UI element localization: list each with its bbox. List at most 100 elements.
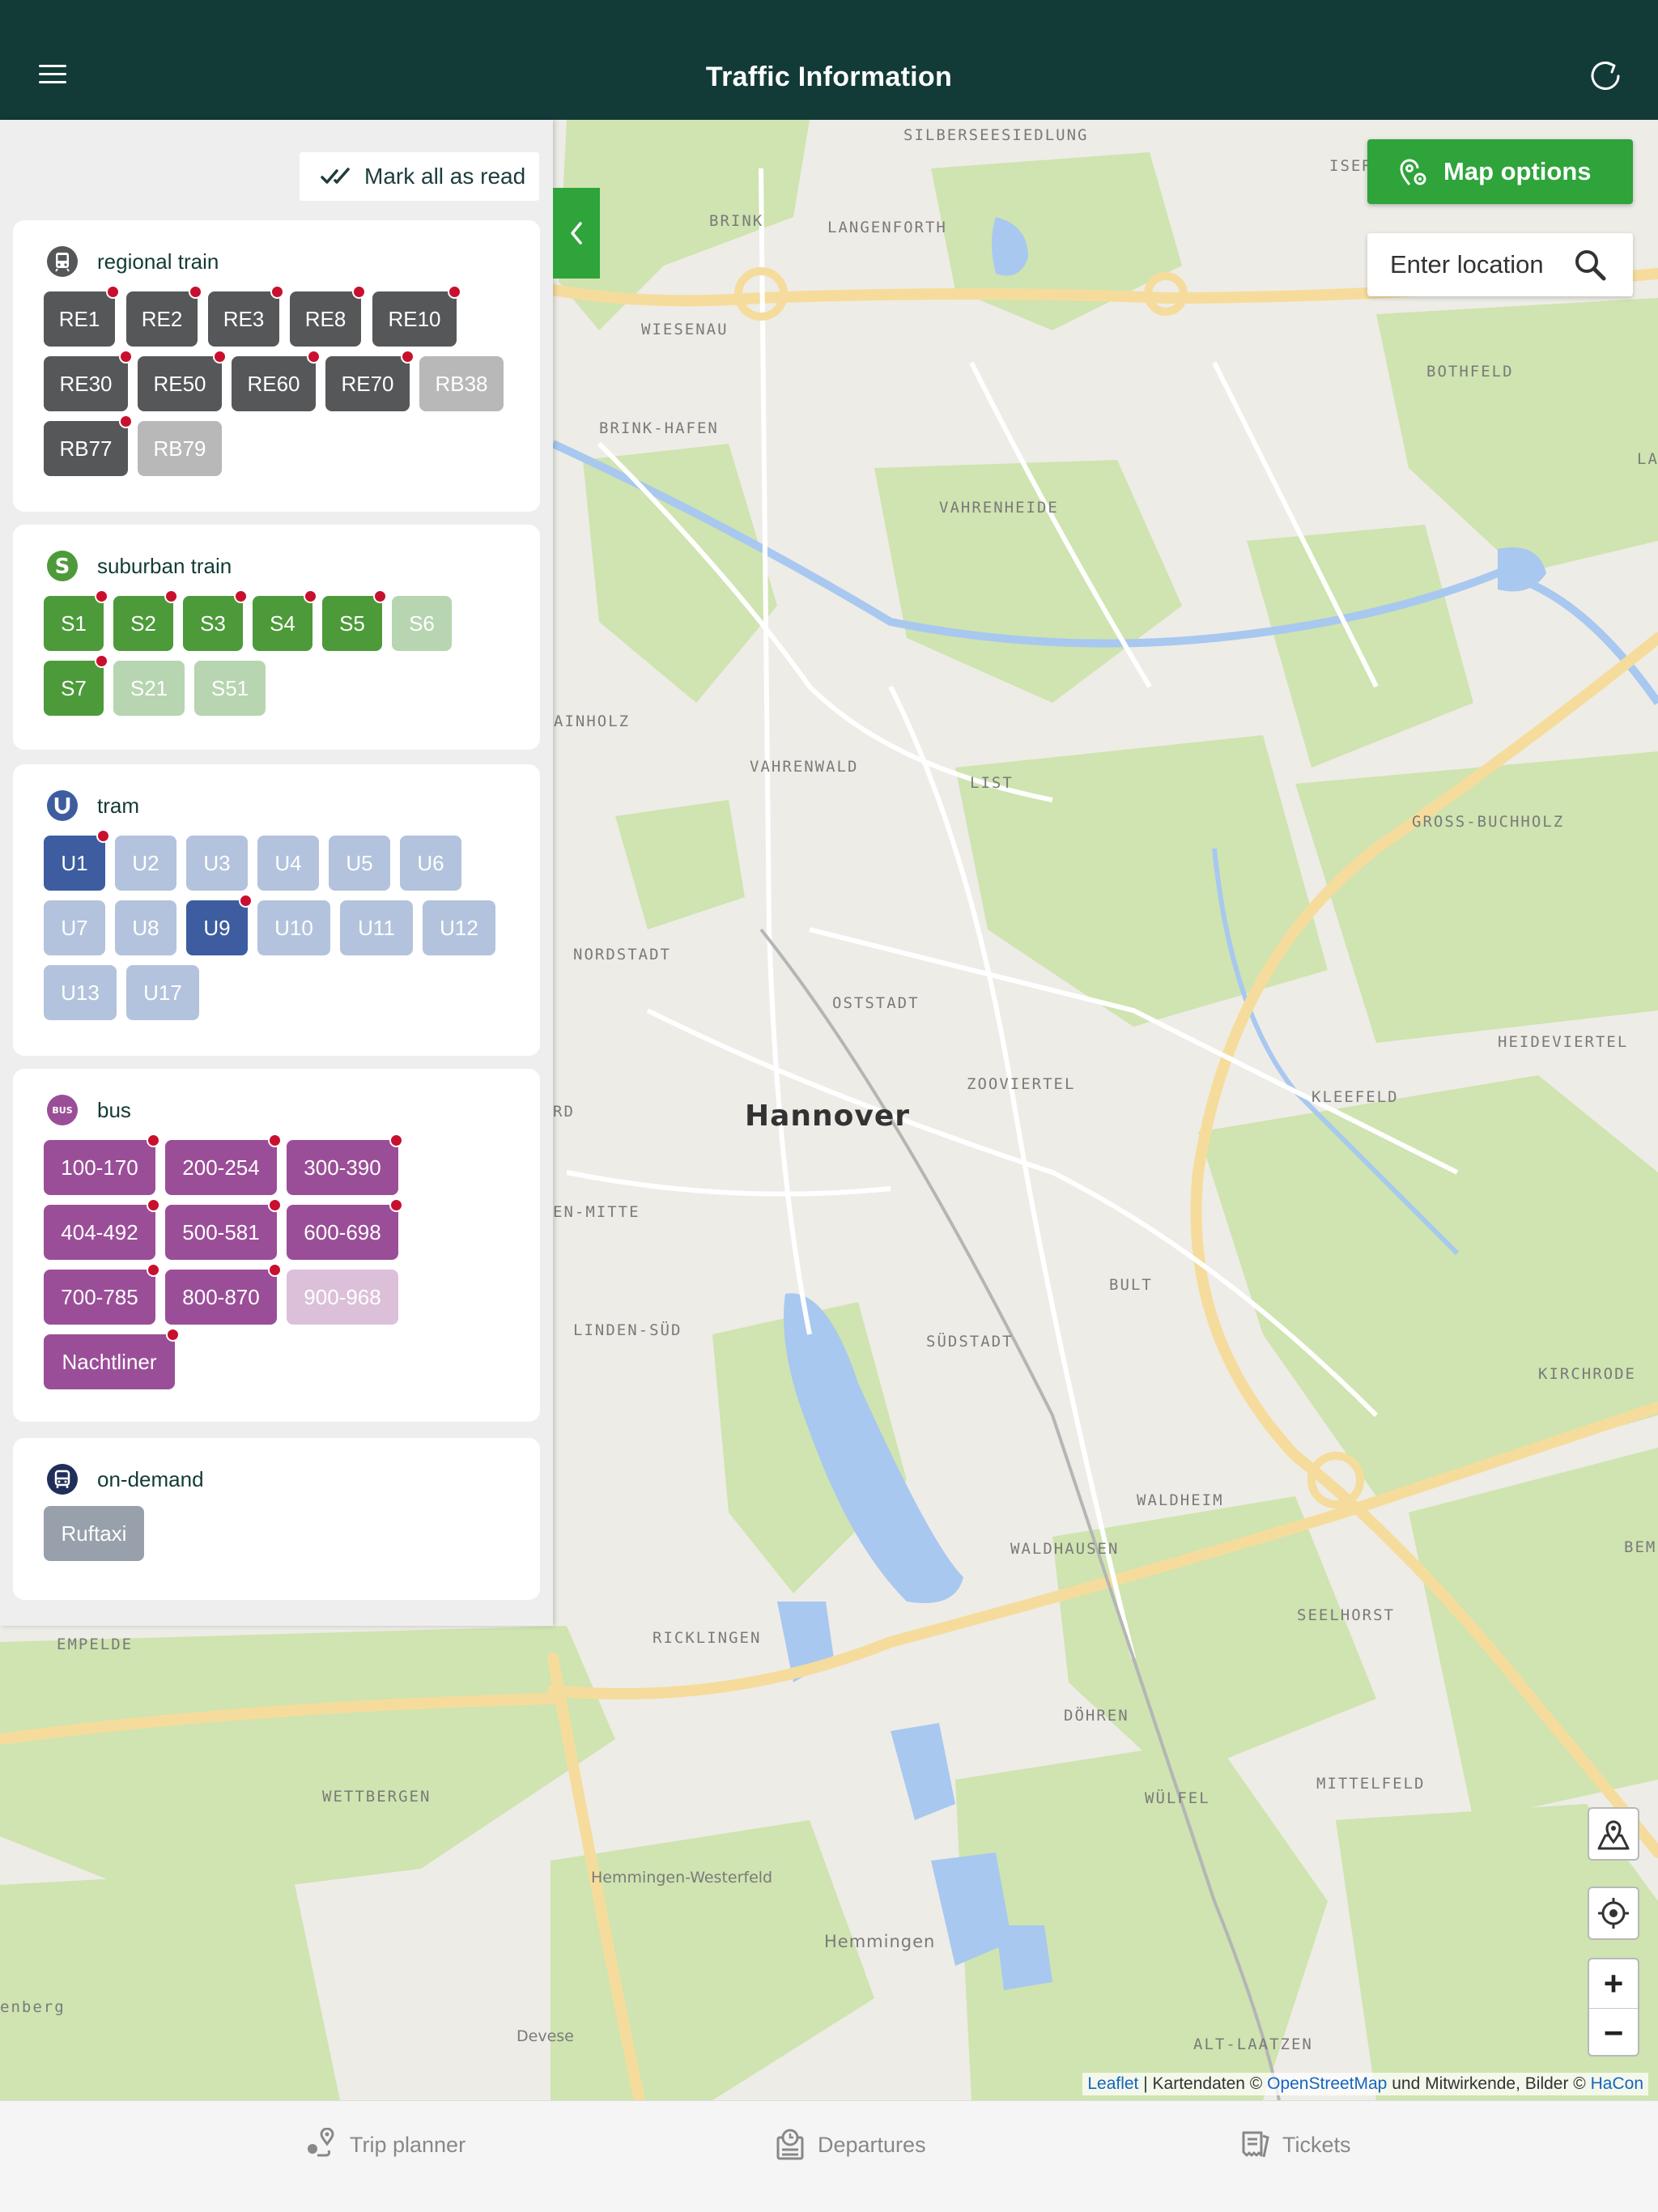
mark-all-read-button[interactable]: Mark all as read: [300, 152, 539, 201]
line-badge-re50[interactable]: RE50: [138, 350, 227, 411]
line-badge-rb79[interactable]: RB79: [138, 421, 222, 476]
line-badge-200-254[interactable]: 200-254: [165, 1134, 282, 1195]
line-badge-rb38[interactable]: RB38: [419, 356, 504, 411]
line-badge-s2[interactable]: S2: [113, 589, 178, 651]
line-badge-ruftaxi[interactable]: Ruftaxi: [44, 1506, 144, 1561]
search-icon[interactable]: [1573, 248, 1607, 282]
line-badge-s7[interactable]: S7: [44, 654, 108, 716]
unread-indicator: [147, 1134, 160, 1147]
line-badge-600-698[interactable]: 600-698: [287, 1198, 403, 1260]
zoom-out-button[interactable]: −: [1589, 2008, 1638, 2057]
map-options-button[interactable]: Map options: [1367, 139, 1633, 204]
line-badge-800-870[interactable]: 800-870: [165, 1263, 282, 1325]
refresh-icon[interactable]: [1587, 58, 1624, 96]
line-label: Nachtliner: [62, 1349, 157, 1374]
line-badge-re8[interactable]: RE8: [290, 285, 366, 347]
hacon-link[interactable]: HaCon: [1591, 2074, 1643, 2093]
line-badge-u4[interactable]: U4: [257, 836, 319, 891]
unread-indicator: [147, 1263, 160, 1277]
line-badge-u9[interactable]: U9: [186, 894, 253, 955]
line-badge-re2[interactable]: RE2: [126, 285, 202, 347]
map-layer-button[interactable]: [1588, 1807, 1639, 1861]
line-badge-s3[interactable]: S3: [183, 589, 248, 651]
place-label: EMPELDE: [57, 1636, 134, 1653]
line-label: RE50: [153, 371, 206, 396]
line-label: S6: [409, 610, 435, 636]
line-badge-re70[interactable]: RE70: [325, 350, 414, 411]
zoom-in-button[interactable]: +: [1589, 1959, 1638, 2008]
unread-indicator: [95, 589, 108, 603]
line-badge-u13[interactable]: U13: [44, 965, 117, 1020]
line-badge-u11[interactable]: U11: [340, 900, 413, 955]
place-label: KIRCHRODE: [1538, 1365, 1636, 1383]
unread-indicator: [268, 1134, 282, 1147]
line-badge-u5[interactable]: U5: [329, 836, 390, 891]
line-badge-500-581[interactable]: 500-581: [165, 1198, 282, 1260]
nav-tickets[interactable]: Tickets: [1237, 2125, 1351, 2164]
line-label: 600-698: [304, 1219, 381, 1244]
unread-indicator: [448, 285, 461, 299]
line-label: RE30: [59, 371, 113, 396]
place-label: Devese: [517, 2027, 574, 2045]
line-badge-re60[interactable]: RE60: [232, 350, 321, 411]
line-badge-u6[interactable]: U6: [400, 836, 461, 891]
unread-indicator: [373, 589, 387, 603]
place-label: GROSS-BUCHHOLZ: [1412, 813, 1565, 831]
place-label: BRINK-HAFEN: [599, 419, 719, 437]
unread-indicator: [389, 1198, 403, 1212]
line-badge-s21[interactable]: S21: [113, 661, 185, 716]
line-badge-re1[interactable]: RE1: [44, 285, 120, 347]
nav-label: Departures: [818, 2132, 926, 2157]
unread-indicator: [307, 350, 321, 364]
map-attribution: Leaflet | Kartendaten © OpenStreetMap un…: [1082, 2073, 1648, 2095]
line-badge-404-492[interactable]: 404-492: [44, 1198, 160, 1260]
line-badge-nachtliner[interactable]: Nachtliner: [44, 1328, 180, 1389]
line-label: 900-968: [304, 1284, 381, 1309]
line-badge-900-968[interactable]: 900-968: [287, 1270, 398, 1325]
nav-trip-planner[interactable]: Trip planner: [304, 2125, 466, 2164]
line-badge-s5[interactable]: S5: [322, 589, 387, 651]
nav-departures[interactable]: Departures: [774, 2125, 926, 2164]
locate-me-button[interactable]: [1588, 1887, 1639, 1940]
place-label: WIESENAU: [641, 321, 729, 338]
line-badge-u1[interactable]: U1: [44, 829, 110, 891]
line-badge-s6[interactable]: S6: [392, 596, 452, 651]
unread-indicator: [268, 1198, 282, 1212]
place-label: BOTHFELD: [1426, 363, 1514, 381]
line-badge-u10[interactable]: U10: [257, 900, 330, 955]
line-badge-u12[interactable]: U12: [423, 900, 495, 955]
line-badge-s1[interactable]: S1: [44, 589, 108, 651]
line-badge-re3[interactable]: RE3: [208, 285, 284, 347]
line-badge-re30[interactable]: RE30: [44, 350, 133, 411]
category-label: on-demand: [97, 1466, 204, 1491]
line-badge-700-785[interactable]: 700-785: [44, 1263, 160, 1325]
place-label: LIST: [970, 774, 1014, 792]
line-badge-s51[interactable]: S51: [194, 661, 266, 716]
unread-indicator: [166, 1328, 180, 1342]
tickets-icon: [1242, 2131, 1269, 2158]
line-badge-rb77[interactable]: RB77: [44, 415, 133, 476]
line-badge-u7[interactable]: U7: [44, 900, 105, 955]
line-badge-u2[interactable]: U2: [115, 836, 176, 891]
line-label: S5: [339, 610, 365, 636]
place-label: WÜLFEL: [1145, 1789, 1210, 1807]
line-label: S51: [210, 675, 249, 700]
collapse-panel-button[interactable]: [553, 188, 600, 279]
openstreetmap-link[interactable]: OpenStreetMap: [1267, 2074, 1387, 2093]
line-badge-re10[interactable]: RE10: [372, 285, 461, 347]
attribution-text: und Mitwirkende, Bilder ©: [1387, 2074, 1591, 2093]
svg-text:S: S: [55, 555, 70, 579]
line-badge-100-170[interactable]: 100-170: [44, 1134, 160, 1195]
line-badge-300-390[interactable]: 300-390: [287, 1134, 403, 1195]
line-badge-u17[interactable]: U17: [126, 965, 199, 1020]
line-badge-u8[interactable]: U8: [115, 900, 176, 955]
line-label: RB38: [435, 371, 488, 396]
unread-indicator: [352, 285, 366, 299]
place-label: EN-MITTE: [553, 1203, 640, 1221]
category-header: S suburban train: [47, 551, 232, 581]
line-badge-s4[interactable]: S4: [253, 589, 317, 651]
bus-icon: BUS: [47, 1095, 78, 1125]
line-badge-u3[interactable]: U3: [186, 836, 248, 891]
location-search-input[interactable]: Enter location: [1367, 233, 1633, 296]
leaflet-link[interactable]: Leaflet: [1087, 2074, 1138, 2093]
